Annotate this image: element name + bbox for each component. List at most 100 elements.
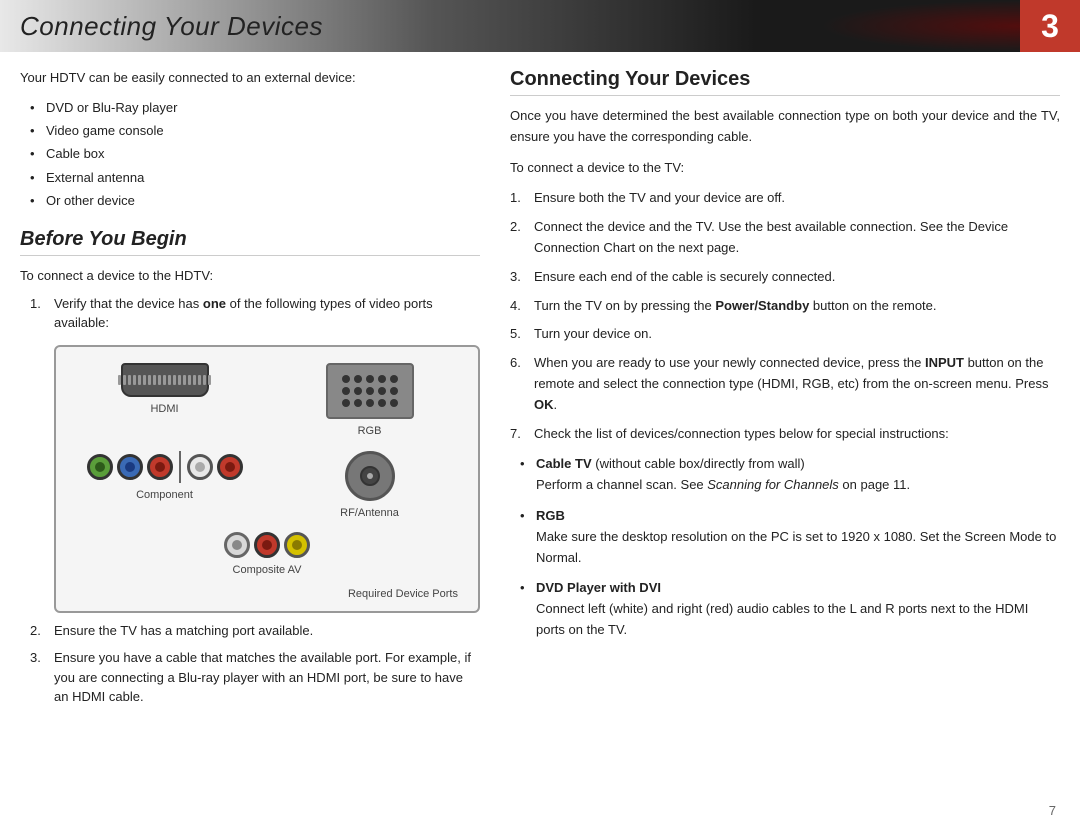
composite-av-label: Composite AV [233, 562, 302, 579]
list-item: External antenna [30, 166, 480, 189]
hdmi-pins [118, 375, 211, 385]
hdmi-label: HDMI [150, 401, 178, 418]
device-list: DVD or Blu-Ray player Video game console… [30, 96, 480, 213]
rgb-dot [354, 399, 362, 407]
rca-red-outer [147, 454, 173, 480]
header-decoration [820, 0, 1020, 52]
step-2: Ensure the TV has a matching port availa… [30, 621, 480, 641]
rca-blue-inner [125, 462, 135, 472]
cable-tv-rest: (without cable box/directly from wall) [592, 456, 805, 471]
hdmi-pin [138, 375, 141, 385]
rf-inner [360, 466, 380, 486]
rca-red [147, 454, 173, 480]
rca-green-outer [87, 454, 113, 480]
list-item: DVD or Blu-Ray player [30, 96, 480, 119]
rf-label: RF/Antenna [340, 505, 399, 522]
right-heading: Connecting Your Devices [510, 68, 1060, 96]
rgb-desc: Make sure the desktop resolution on the … [536, 529, 1056, 565]
hdmi-pin [203, 375, 206, 385]
hdmi-pin [193, 375, 196, 385]
rgb-dot [342, 375, 350, 383]
cable-tv-page: on page 11. [839, 477, 910, 492]
composite-white-inner [232, 540, 242, 550]
right-step-7: Check the list of devices/connection typ… [510, 424, 1060, 445]
right-connect-text: To connect a device to the TV: [510, 158, 1060, 179]
page-number: 7 [1049, 803, 1056, 818]
page-footer: 7 [1049, 803, 1056, 818]
composite-white-outer [224, 532, 250, 558]
rgb-dot [378, 387, 386, 395]
composite-yellow-outer [284, 532, 310, 558]
scanning-italic: Scanning for Channels [707, 477, 839, 492]
rgb-dot [390, 387, 398, 395]
cable-tv-desc: Perform a channel scan. See [536, 477, 707, 492]
rgb-dot [390, 399, 398, 407]
rgb-bold: RGB [536, 508, 565, 523]
hdmi-pin [128, 375, 131, 385]
hdmi-pin [118, 375, 121, 385]
chapter-number: 3 [1020, 0, 1080, 52]
right-column: Connecting Your Devices Once you have de… [510, 68, 1060, 719]
right-step-2: Connect the device and the TV. Use the b… [510, 217, 1060, 259]
dvd-dvi-bold: DVD Player with DVI [536, 580, 661, 595]
rca-red-inner [155, 462, 165, 472]
bullet-cable-tv: Cable TV (without cable box/directly fro… [520, 454, 1060, 496]
component-label: Component [136, 487, 193, 504]
composite-av-row: Composite AV [72, 532, 462, 579]
bullet-rgb: RGB Make sure the desktop resolution on … [520, 506, 1060, 568]
bullet-dvd-dvi: DVD Player with DVI Connect left (white)… [520, 578, 1060, 640]
rca-green-inner [95, 462, 105, 472]
right-bullet-list: Cable TV (without cable box/directly fro… [520, 454, 1060, 640]
hdmi-pin [173, 375, 176, 385]
hdmi-pin [178, 375, 181, 385]
divider [179, 451, 181, 483]
composite-connectors [224, 532, 310, 558]
composite-red-outer [254, 532, 280, 558]
component-port-item: Component [72, 451, 257, 522]
hdmi-pin [133, 375, 136, 385]
right-steps: Ensure both the TV and your device are o… [510, 188, 1060, 444]
rgb-dot [354, 375, 362, 383]
page-header: Connecting Your Devices 3 [0, 0, 1080, 52]
rca-red2-outer [217, 454, 243, 480]
right-intro: Once you have determined the best availa… [510, 106, 1060, 148]
rca-red2-inner [225, 462, 235, 472]
step-3: Ensure you have a cable that matches the… [30, 648, 480, 707]
rgb-label: RGB [358, 423, 382, 440]
component-connectors [87, 451, 243, 483]
connect-hdtv-text: To connect a device to the HDTV: [20, 266, 480, 286]
right-step-5: Turn your device on. [510, 324, 1060, 345]
hdmi-pin [123, 375, 126, 385]
rgb-dot [354, 387, 362, 395]
hdmi-pin [163, 375, 166, 385]
rf-port-item: RF/Antenna [277, 451, 462, 522]
list-item: Cable box [30, 142, 480, 165]
left-column: Your HDTV can be easily connected to an … [20, 68, 480, 719]
composite-yellow-inner [292, 540, 302, 550]
composite-yellow [284, 532, 310, 558]
right-step-4: Turn the TV on by pressing the Power/Sta… [510, 296, 1060, 317]
box-caption: Required Device Ports [72, 586, 462, 603]
rgb-dot [366, 399, 374, 407]
hdmi-pin [188, 375, 191, 385]
rgb-port-item: RGB [277, 363, 462, 440]
ports-grid: HDMI [72, 363, 462, 522]
rf-center [367, 473, 373, 479]
hdmi-port-item: HDMI [72, 363, 257, 440]
rca-blue-outer [117, 454, 143, 480]
hdmi-pin [148, 375, 151, 385]
rca-white [187, 454, 213, 480]
page-title: Connecting Your Devices [20, 11, 323, 42]
rgb-dot [378, 375, 386, 383]
rgb-dot [366, 387, 374, 395]
right-step-1: Ensure both the TV and your device are o… [510, 188, 1060, 209]
composite-red [254, 532, 280, 558]
rgb-dot [390, 375, 398, 383]
rgb-dot [378, 399, 386, 407]
ok-bold: OK [534, 397, 554, 412]
hdmi-connector [121, 363, 209, 397]
rca-red-2 [217, 454, 243, 480]
main-content: Your HDTV can be easily connected to an … [0, 52, 1080, 739]
rca-blue [117, 454, 143, 480]
rca-green [87, 454, 113, 480]
